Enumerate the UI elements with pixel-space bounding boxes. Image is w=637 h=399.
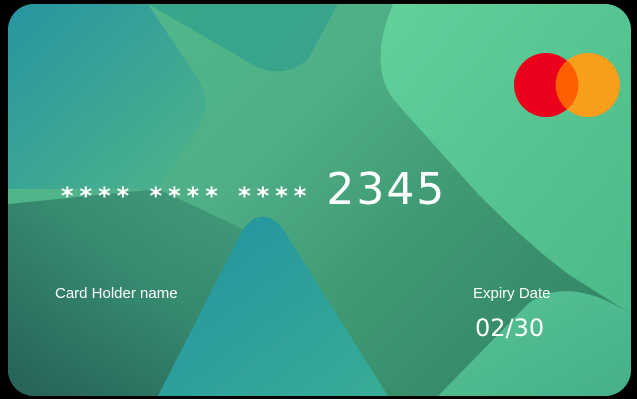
expiry-date-value: 02/30 [475,314,545,342]
mastercard-logo-icon [514,53,620,117]
payment-card: **** **** **** 2345 Card Holder name Exp… [8,4,631,396]
card-number-mask: **** **** **** [61,182,313,210]
card-number: **** **** **** 2345 [61,164,446,215]
card-holder-label: Card Holder name [55,285,178,302]
card-number-last4: 2345 [326,164,447,215]
expiry-date-label: Expiry Date [473,285,551,302]
